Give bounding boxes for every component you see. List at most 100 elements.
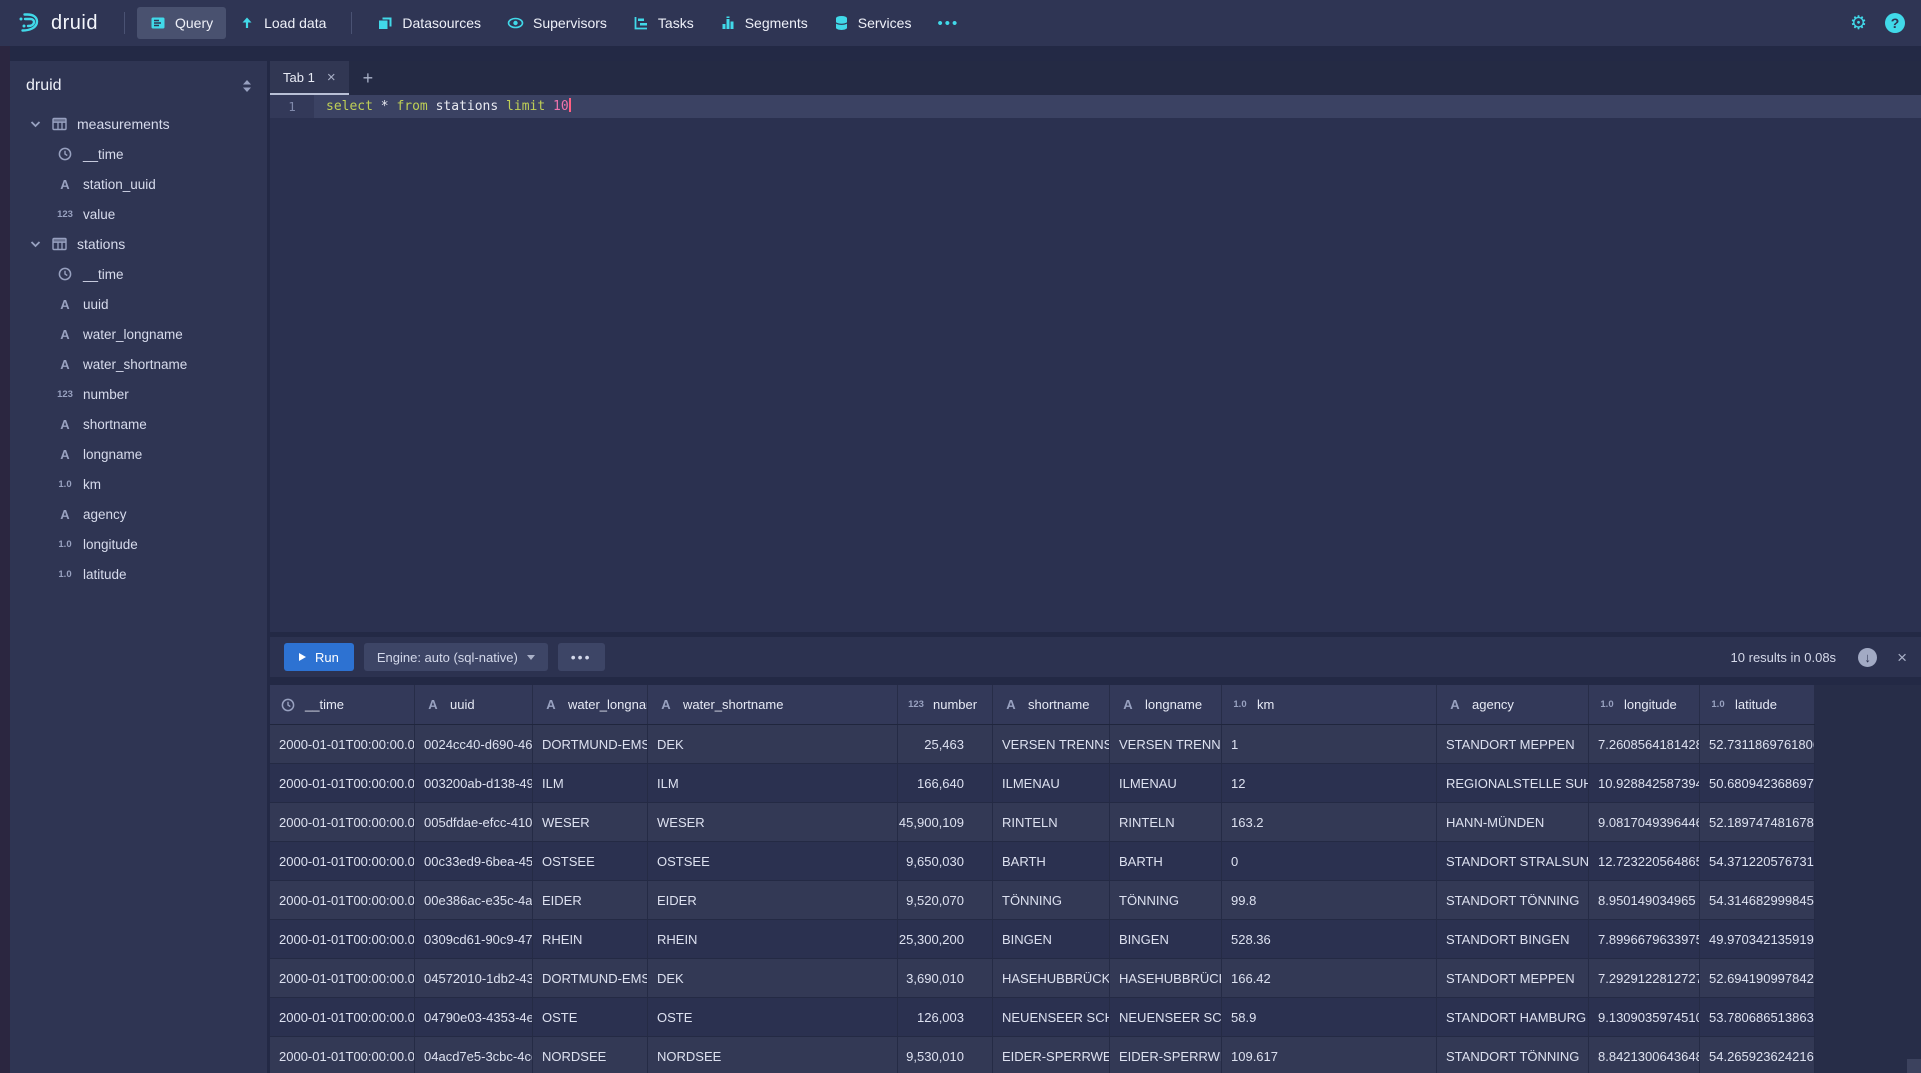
tab-close-icon[interactable]: × bbox=[327, 70, 336, 85]
nav-item-tasks[interactable]: Tasks bbox=[620, 7, 707, 39]
gear-icon[interactable]: ⚙ bbox=[1850, 12, 1867, 35]
cell-water_shortname[interactable]: RHEIN bbox=[648, 920, 898, 959]
cell-agency[interactable]: STANDORT HAMBURG bbox=[1437, 998, 1589, 1037]
cell-shortname[interactable]: TÖNNING bbox=[993, 881, 1110, 920]
cell-longname[interactable]: BINGEN bbox=[1110, 920, 1222, 959]
cell-latitude[interactable]: 52.694190997842 bbox=[1700, 959, 1815, 998]
cell-uuid[interactable]: 04790e03-4353-4e80- bbox=[415, 998, 533, 1037]
column-header-shortname[interactable]: Ashortname bbox=[993, 685, 1110, 724]
cell-__time[interactable]: 2000-01-01T00:00:00.000Z bbox=[270, 959, 415, 998]
sidebar-column-stations-longname[interactable]: Alongname bbox=[26, 439, 267, 469]
sidebar-column-stations-water_longname[interactable]: Awater_longname bbox=[26, 319, 267, 349]
column-header-__time[interactable]: __time bbox=[270, 685, 415, 724]
cell-__time[interactable]: 2000-01-01T00:00:00.000Z bbox=[270, 1037, 415, 1073]
column-header-agency[interactable]: Aagency bbox=[1437, 685, 1589, 724]
nav-more-button[interactable]: ••• bbox=[924, 7, 972, 40]
cell-__time[interactable]: 2000-01-01T00:00:00.000Z bbox=[270, 764, 415, 803]
cell-water_shortname[interactable]: EIDER bbox=[648, 881, 898, 920]
cell-longname[interactable]: TÖNNING bbox=[1110, 881, 1222, 920]
tab-tab1[interactable]: Tab 1 × bbox=[270, 61, 349, 95]
sidebar-column-stations-uuid[interactable]: Auuid bbox=[26, 289, 267, 319]
cell-number[interactable]: 9,530,010 bbox=[898, 1037, 993, 1073]
cell-__time[interactable]: 2000-01-01T00:00:00.000Z bbox=[270, 842, 415, 881]
sidebar-table-stations[interactable]: stations bbox=[26, 229, 267, 259]
cell-shortname[interactable]: ILMENAU bbox=[993, 764, 1110, 803]
cell-water_longname[interactable]: ILM bbox=[533, 764, 648, 803]
druid-logo[interactable]: druid bbox=[16, 10, 98, 36]
cell-longname[interactable]: RINTELN bbox=[1110, 803, 1222, 842]
cell-water_longname[interactable]: RHEIN bbox=[533, 920, 648, 959]
nav-item-load-data[interactable]: Load data bbox=[226, 7, 339, 39]
column-header-longitude[interactable]: 1.0longitude bbox=[1589, 685, 1700, 724]
cell-shortname[interactable]: NEUENSEER SCHLEUSE bbox=[993, 998, 1110, 1037]
cell-water_shortname[interactable]: WESER bbox=[648, 803, 898, 842]
cell-longname[interactable]: BARTH bbox=[1110, 842, 1222, 881]
cell-agency[interactable]: REGIONALSTELLE SUHL bbox=[1437, 764, 1589, 803]
sidebar-table-measurements[interactable]: measurements bbox=[26, 109, 267, 139]
cell-longitude[interactable]: 7.8996679633975 bbox=[1589, 920, 1700, 959]
cell-water_longname[interactable]: OSTSEE bbox=[533, 842, 648, 881]
nav-item-segments[interactable]: Segments bbox=[707, 7, 821, 39]
column-header-water_shortname[interactable]: Awater_shortname bbox=[648, 685, 898, 724]
cell-agency[interactable]: HANN-MÜNDEN bbox=[1437, 803, 1589, 842]
sidebar-column-stations-__time[interactable]: __time bbox=[26, 259, 267, 289]
cell-latitude[interactable]: 53.780686513863 bbox=[1700, 998, 1815, 1037]
nav-item-datasources[interactable]: Datasources bbox=[364, 7, 494, 39]
cell-latitude[interactable]: 49.970342135919 bbox=[1700, 920, 1815, 959]
cell-latitude[interactable]: 54.265923624216 bbox=[1700, 1037, 1815, 1073]
cell-water_longname[interactable]: WESER bbox=[533, 803, 648, 842]
cell-km[interactable]: 163.2 bbox=[1222, 803, 1437, 842]
cell-longname[interactable]: NEUENSEER SCHLEUSE bbox=[1110, 998, 1222, 1037]
column-header-km[interactable]: 1.0km bbox=[1222, 685, 1437, 724]
cell-number[interactable]: 166,640 bbox=[898, 764, 993, 803]
cell-km[interactable]: 109.617 bbox=[1222, 1037, 1437, 1073]
download-icon[interactable]: ↓ bbox=[1858, 648, 1877, 667]
cell-longname[interactable]: ILMENAU bbox=[1110, 764, 1222, 803]
cell-km[interactable]: 1 bbox=[1222, 725, 1437, 764]
cell-water_longname[interactable]: DORTMUND-EMS-KANAL bbox=[533, 725, 648, 764]
cell-longitude[interactable]: 9.0817049396446 bbox=[1589, 803, 1700, 842]
nav-item-services[interactable]: Services bbox=[821, 7, 925, 39]
cell-number[interactable]: 9,520,070 bbox=[898, 881, 993, 920]
cell-number[interactable]: 9,650,030 bbox=[898, 842, 993, 881]
cell-water_longname[interactable]: NORDSEE bbox=[533, 1037, 648, 1073]
cell-__time[interactable]: 2000-01-01T00:00:00.000Z bbox=[270, 881, 415, 920]
cell-water_shortname[interactable]: NORDSEE bbox=[648, 1037, 898, 1073]
cell-__time[interactable]: 2000-01-01T00:00:00.000Z bbox=[270, 998, 415, 1037]
cell-uuid[interactable]: 04572010-1db2-4338- bbox=[415, 959, 533, 998]
cell-agency[interactable]: STANDORT BINGEN bbox=[1437, 920, 1589, 959]
cell-agency[interactable]: STANDORT MEPPEN bbox=[1437, 725, 1589, 764]
cell-number[interactable]: 25,300,200 bbox=[898, 920, 993, 959]
cell-km[interactable]: 58.9 bbox=[1222, 998, 1437, 1037]
sidebar-column-stations-latitude[interactable]: 1.0latitude bbox=[26, 559, 267, 589]
cell-water_shortname[interactable]: OSTE bbox=[648, 998, 898, 1037]
sidebar-column-stations-water_shortname[interactable]: Awater_shortname bbox=[26, 349, 267, 379]
cell-latitude[interactable]: 52.7311869761806 bbox=[1700, 725, 1815, 764]
add-tab-button[interactable]: + bbox=[349, 61, 388, 95]
cell-uuid[interactable]: 04acd7e5-3cbc-4cdd-b bbox=[415, 1037, 533, 1073]
cell-shortname[interactable]: BINGEN bbox=[993, 920, 1110, 959]
cell-water_longname[interactable]: OSTE bbox=[533, 998, 648, 1037]
cell-km[interactable]: 528.36 bbox=[1222, 920, 1437, 959]
column-header-uuid[interactable]: Auuid bbox=[415, 685, 533, 724]
cell-__time[interactable]: 2000-01-01T00:00:00.000Z bbox=[270, 803, 415, 842]
sidebar-column-measurements-value[interactable]: 123value bbox=[26, 199, 267, 229]
cell-water_shortname[interactable]: OSTSEE bbox=[648, 842, 898, 881]
sidebar-column-stations-shortname[interactable]: Ashortname bbox=[26, 409, 267, 439]
nav-item-query[interactable]: Query bbox=[137, 7, 226, 39]
sidebar-column-stations-number[interactable]: 123number bbox=[26, 379, 267, 409]
cell-shortname[interactable]: HASEHUBBRÜCKE bbox=[993, 959, 1110, 998]
cell-shortname[interactable]: RINTELN bbox=[993, 803, 1110, 842]
run-button[interactable]: Run bbox=[284, 643, 354, 671]
cell-number[interactable]: 45,900,109 bbox=[898, 803, 993, 842]
cell-number[interactable]: 126,003 bbox=[898, 998, 993, 1037]
cell-km[interactable]: 0 bbox=[1222, 842, 1437, 881]
sidebar-column-stations-km[interactable]: 1.0km bbox=[26, 469, 267, 499]
cell-longitude[interactable]: 12.723220564865 bbox=[1589, 842, 1700, 881]
cell-longitude[interactable]: 8.8421300643648 bbox=[1589, 1037, 1700, 1073]
cell-longname[interactable]: VERSEN TRENNSPITZE bbox=[1110, 725, 1222, 764]
column-header-longname[interactable]: Alongname bbox=[1110, 685, 1222, 724]
column-header-latitude[interactable]: 1.0latitude bbox=[1700, 685, 1815, 724]
column-header-number[interactable]: 123number bbox=[898, 685, 993, 724]
cell-longitude[interactable]: 8.950149034965 bbox=[1589, 881, 1700, 920]
